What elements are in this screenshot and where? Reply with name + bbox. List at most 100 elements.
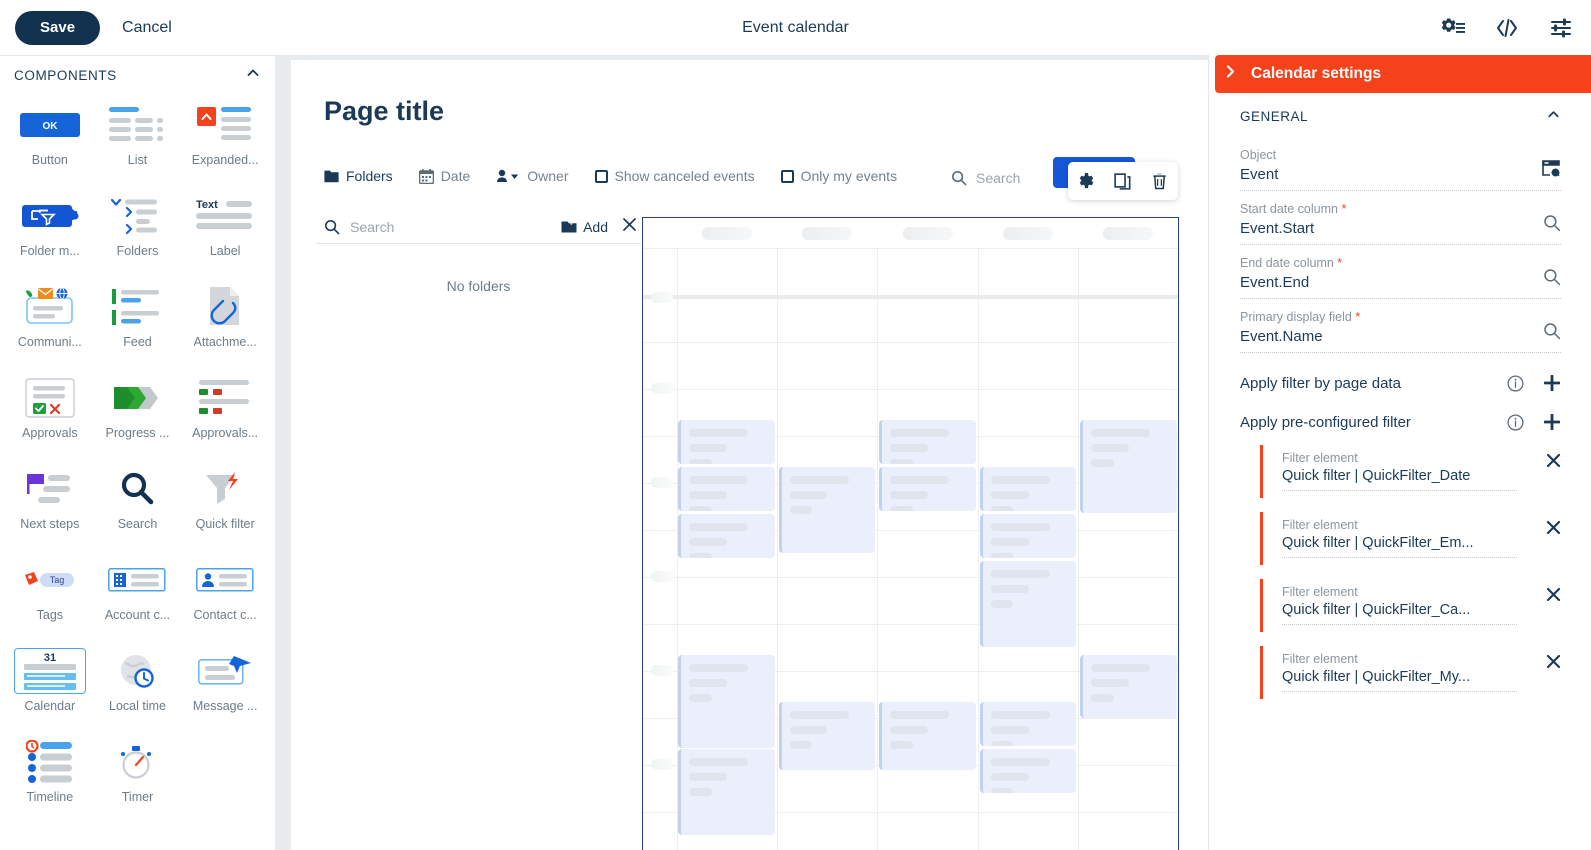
calendar-cell[interactable] bbox=[978, 343, 1078, 389]
plus-icon[interactable] bbox=[1543, 413, 1561, 431]
plus-icon[interactable] bbox=[1543, 374, 1561, 392]
component-item-approvals[interactable]: Approvals... bbox=[181, 369, 269, 460]
component-item-communi[interactable]: Communi... bbox=[6, 278, 94, 369]
component-item-attachme[interactable]: Attachme... bbox=[181, 278, 269, 369]
calendar-cell[interactable] bbox=[1078, 766, 1178, 812]
calendar-cell[interactable] bbox=[978, 249, 1078, 295]
settings-field-object[interactable]: ObjectEvent bbox=[1240, 148, 1561, 191]
calendar-cell[interactable] bbox=[877, 813, 977, 850]
component-item-list[interactable]: List bbox=[94, 96, 182, 187]
gear-icon[interactable] bbox=[1078, 173, 1095, 190]
settings-field-enddatecolumn[interactable]: End date column *Event.End bbox=[1240, 256, 1561, 299]
calendar-event-placeholder[interactable] bbox=[980, 514, 1077, 558]
calendar-cell[interactable] bbox=[677, 249, 777, 295]
calendar-event-placeholder[interactable] bbox=[980, 749, 1077, 793]
calendar-cell[interactable] bbox=[677, 578, 777, 624]
calendar-cell[interactable] bbox=[1078, 531, 1178, 577]
component-item-quickfilter[interactable]: Quick filter bbox=[181, 460, 269, 551]
filter-date[interactable]: Date bbox=[419, 168, 471, 184]
calendar-cell[interactable] bbox=[978, 299, 1078, 342]
gear-list-icon[interactable] bbox=[1441, 16, 1465, 40]
info-icon[interactable] bbox=[1507, 414, 1524, 431]
component-item-calendar[interactable]: 31Calendar bbox=[6, 642, 94, 733]
chevron-up-icon[interactable] bbox=[245, 65, 261, 86]
calendar-cell[interactable] bbox=[877, 766, 977, 812]
filter-owner[interactable]: Owner bbox=[496, 168, 568, 184]
info-icon[interactable] bbox=[1507, 375, 1524, 392]
calendar-event-placeholder[interactable] bbox=[678, 655, 775, 748]
cancel-button[interactable]: Cancel bbox=[122, 19, 172, 37]
calendar-cell[interactable] bbox=[877, 531, 977, 577]
close-icon[interactable] bbox=[1546, 587, 1561, 607]
calendar-cell[interactable] bbox=[777, 578, 877, 624]
settings-field-value[interactable]: Event bbox=[1240, 162, 1561, 191]
calendar-cell[interactable] bbox=[1078, 719, 1178, 765]
component-item-timer[interactable]: Timer bbox=[94, 733, 182, 824]
calendar-cell[interactable] bbox=[1078, 813, 1178, 850]
filter-element-value[interactable]: Quick filter | QuickFilter_Date bbox=[1282, 465, 1517, 491]
calendar-event-placeholder[interactable] bbox=[678, 749, 775, 835]
checkbox-icon[interactable] bbox=[595, 170, 608, 183]
filter-element-item[interactable]: Filter elementQuick filter | QuickFilter… bbox=[1260, 646, 1561, 699]
calendar-cell[interactable] bbox=[677, 343, 777, 389]
calendar-event-placeholder[interactable] bbox=[678, 514, 775, 558]
component-item-localtime[interactable]: Local time bbox=[94, 642, 182, 733]
save-button[interactable]: Save bbox=[15, 11, 100, 45]
chevron-right-icon[interactable] bbox=[1224, 65, 1237, 83]
calendar-event-placeholder[interactable] bbox=[1080, 420, 1177, 513]
filter-element-item[interactable]: Filter elementQuick filter | QuickFilter… bbox=[1260, 579, 1561, 632]
calendar-event-placeholder[interactable] bbox=[879, 467, 976, 511]
component-item-button[interactable]: OKButton bbox=[6, 96, 94, 187]
component-item-label[interactable]: TextLabel bbox=[181, 187, 269, 278]
settings-field-value[interactable]: Event.End bbox=[1240, 270, 1561, 299]
calendar-event-placeholder[interactable] bbox=[980, 467, 1077, 511]
component-item-search[interactable]: Search bbox=[94, 460, 182, 551]
settings-field-primarydisplayfield[interactable]: Primary display field *Event.Name bbox=[1240, 310, 1561, 353]
close-icon[interactable] bbox=[1546, 453, 1561, 473]
calendar-cell[interactable] bbox=[777, 813, 877, 850]
filter-element-value[interactable]: Quick filter | QuickFilter_My... bbox=[1282, 666, 1517, 692]
component-item-feed[interactable]: Feed bbox=[94, 278, 182, 369]
filter-element-value[interactable]: Quick filter | QuickFilter_Em... bbox=[1282, 532, 1517, 558]
calendar-cell[interactable] bbox=[777, 390, 877, 436]
code-brackets-icon[interactable] bbox=[1495, 17, 1519, 39]
search-icon[interactable] bbox=[1543, 214, 1561, 237]
calendar-widget[interactable] bbox=[642, 217, 1179, 850]
calendar-event-placeholder[interactable] bbox=[879, 420, 976, 464]
sliders-icon[interactable] bbox=[1549, 17, 1573, 39]
chevron-up-icon[interactable] bbox=[1546, 107, 1561, 125]
filter-onlymyevents[interactable]: Only my events bbox=[781, 168, 897, 184]
calendar-event-placeholder[interactable] bbox=[779, 467, 876, 553]
calendar-settings-header[interactable]: Calendar settings bbox=[1215, 55, 1591, 93]
filter-element-item[interactable]: Filter elementQuick filter | QuickFilter… bbox=[1260, 445, 1561, 498]
calendar-event-placeholder[interactable] bbox=[678, 420, 775, 464]
calendar-cell[interactable] bbox=[777, 249, 877, 295]
calendar-event-placeholder[interactable] bbox=[678, 467, 775, 511]
calendar-cell[interactable] bbox=[1078, 343, 1178, 389]
calendar-cell[interactable] bbox=[978, 390, 1078, 436]
trash-icon[interactable] bbox=[1151, 172, 1168, 190]
component-item-folders[interactable]: Folders bbox=[94, 187, 182, 278]
calendar-cell[interactable] bbox=[877, 578, 977, 624]
calendar-event-placeholder[interactable] bbox=[980, 702, 1077, 746]
filter-element-value[interactable]: Quick filter | QuickFilter_Ca... bbox=[1282, 599, 1517, 625]
component-item-accountc[interactable]: Account c... bbox=[94, 551, 182, 642]
calendar-event-placeholder[interactable] bbox=[779, 702, 876, 770]
settings-field-value[interactable]: Event.Name bbox=[1240, 324, 1561, 353]
filter-folders[interactable]: Folders bbox=[324, 168, 393, 184]
component-item-progress[interactable]: Progress ... bbox=[94, 369, 182, 460]
calendar-cell[interactable] bbox=[1078, 249, 1178, 295]
calendar-cell[interactable] bbox=[777, 299, 877, 342]
calendar-cell[interactable] bbox=[978, 813, 1078, 850]
copy-icon[interactable] bbox=[1114, 173, 1131, 190]
calendar-event-placeholder[interactable] bbox=[1080, 655, 1177, 718]
calendar-cell[interactable] bbox=[777, 343, 877, 389]
calendar-search[interactable]: Search bbox=[951, 170, 1020, 186]
calendar-cell[interactable] bbox=[1078, 299, 1178, 342]
calendar-cell[interactable] bbox=[877, 249, 977, 295]
filter-showcanceledevents[interactable]: Show canceled events bbox=[595, 168, 755, 184]
calendar-event-placeholder[interactable] bbox=[980, 561, 1077, 647]
calendar-cell[interactable] bbox=[777, 625, 877, 671]
component-item-tags[interactable]: TagTags bbox=[6, 551, 94, 642]
folders-search-row[interactable]: Search Add bbox=[316, 210, 641, 244]
